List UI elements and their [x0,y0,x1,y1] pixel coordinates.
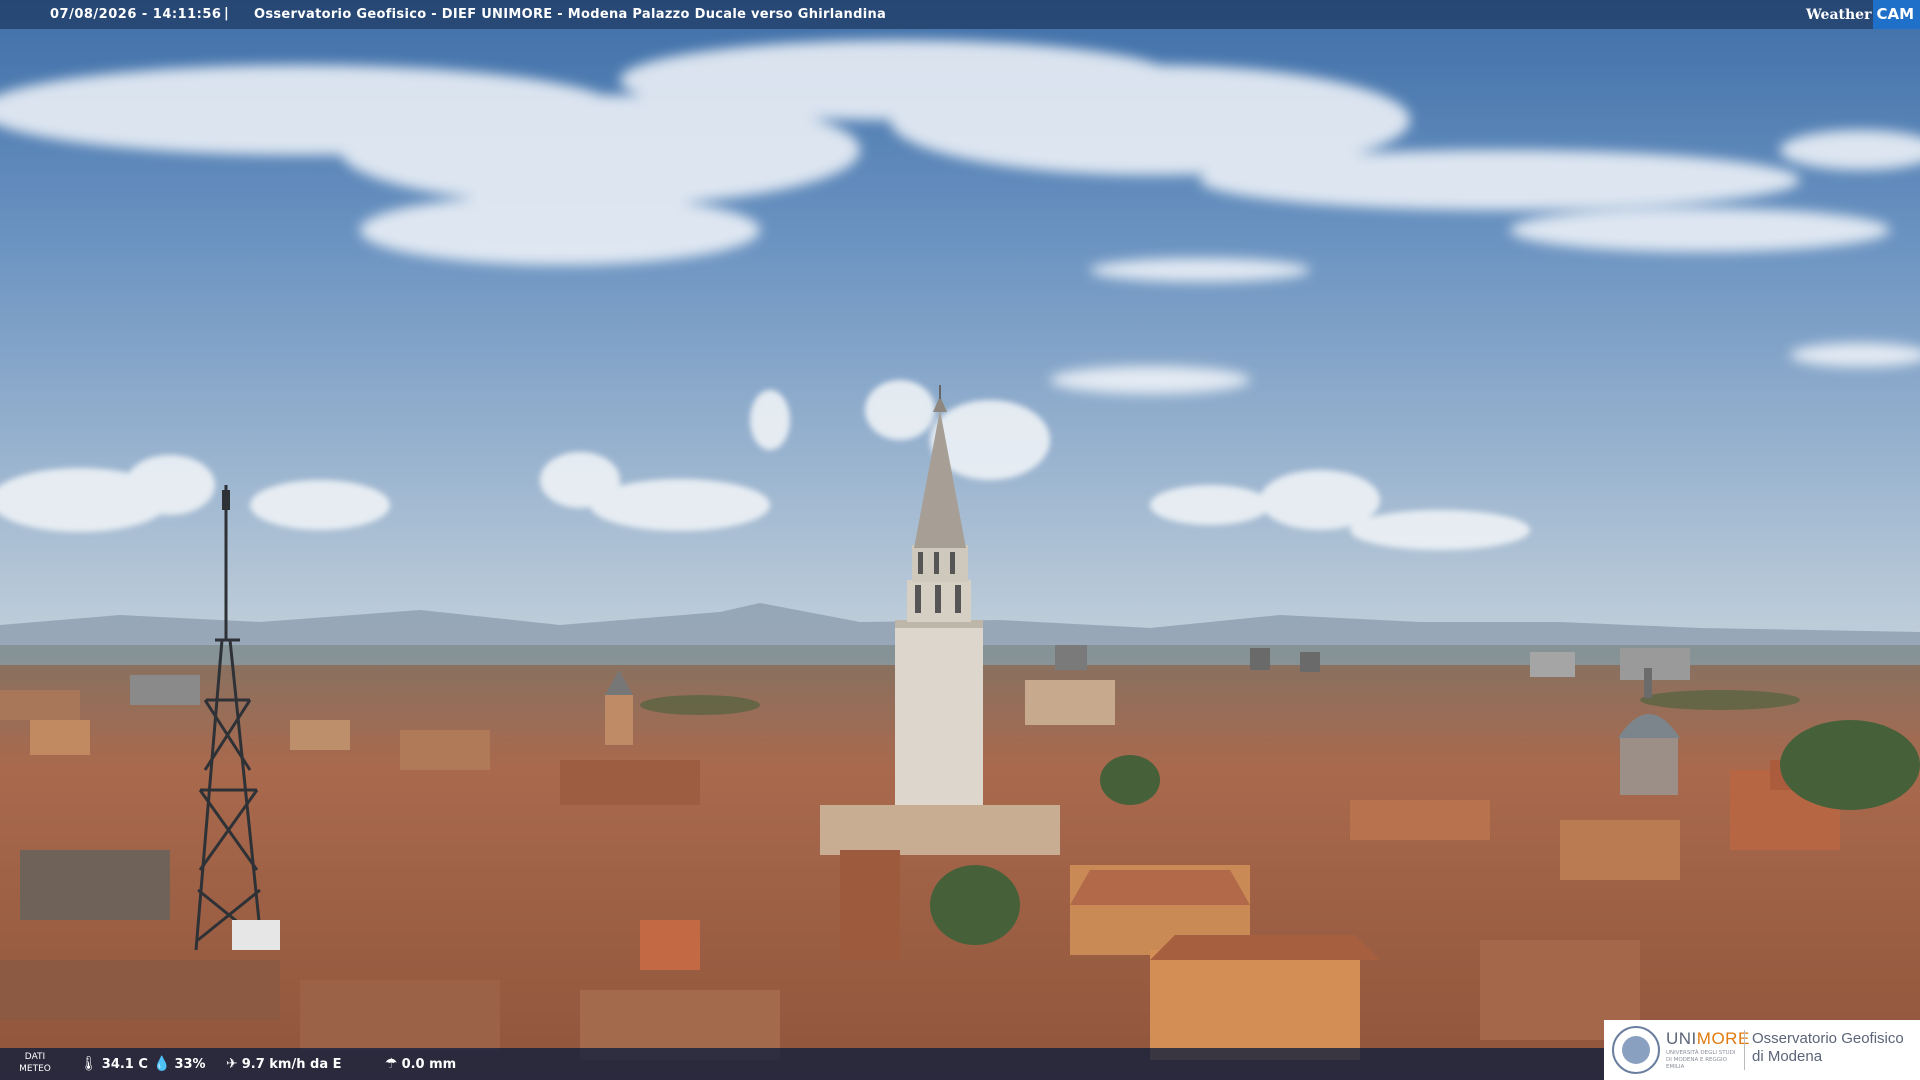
observatory-line2: di Modena [1752,1048,1823,1065]
weathercam-logo-weather: Weather [1805,6,1872,23]
wind-readout: ✈ 9.7 km/h da E [226,1056,342,1072]
unimore-logo-box: UNIMORE UNIVERSITÀ DEGLI STUDI DI MODENA… [1604,1020,1920,1080]
unimore-more: MORE [1696,1029,1750,1048]
weathercam-logo: Weather CAM [1798,0,1920,29]
meteo-label: METEO [19,1064,51,1074]
rain-icon: ☂ [385,1056,398,1072]
dati-meteo-label: DATI METEO [8,1051,62,1075]
wind-value: 9.7 km/h da E [241,1056,342,1072]
unimore-wordmark: UNIMORE [1666,1029,1750,1049]
bell-tower [605,695,633,745]
weathercam-logo-cam: CAM [1873,0,1920,29]
timestamp: 07/08/2026 - 14:11:56 [50,7,222,22]
thermometer-icon: 🌡 [80,1056,98,1072]
observatory-name: Osservatorio Geofisico di Modena [1752,1030,1904,1066]
temperature-readout: 🌡 34.1 C [80,1056,148,1072]
separator: | [224,6,229,21]
camera-title: Osservatorio Geofisico - DIEF UNIMORE - … [254,7,887,22]
weather-data-bar: DATI METEO 🌡 34.1 C 💧 33% ✈ 9.7 km/h da … [0,1048,1605,1080]
humidity-readout: 💧 33% [153,1056,206,1072]
octagonal-roof [1150,935,1380,960]
dati-label: DATI [24,1052,46,1062]
unimore-seal-icon [1612,1026,1660,1074]
unimore-uni: UNI [1666,1029,1697,1048]
rain-value: 0.0 mm [401,1056,457,1072]
temperature-value: 34.1 C [101,1056,148,1072]
top-overlay-bar: 07/08/2026 - 14:11:56 | Osservatorio Geo… [0,0,1920,29]
rain-readout: ☂ 0.0 mm [385,1056,456,1072]
observatory-line1: Osservatorio Geofisico [1752,1030,1904,1047]
humidity-icon: 💧 [153,1056,171,1072]
logo-divider [1744,1030,1745,1070]
webcam-image [0,0,1920,1080]
humidity-value: 33% [174,1056,206,1072]
unimore-subtitle: UNIVERSITÀ DEGLI STUDI DI MODENA E REGGI… [1666,1050,1736,1070]
wind-icon: ✈ [226,1056,238,1072]
